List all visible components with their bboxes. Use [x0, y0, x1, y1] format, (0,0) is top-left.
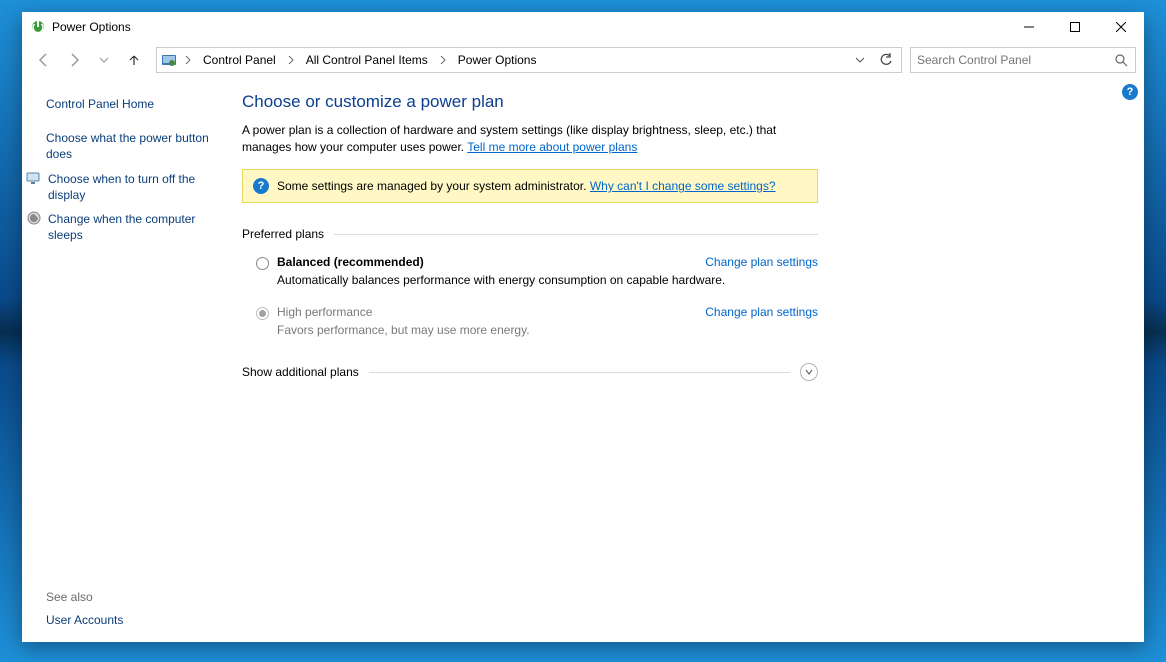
- recent-locations-button[interactable]: [90, 46, 118, 74]
- search-box[interactable]: [910, 47, 1136, 73]
- plan-description: Favors performance, but may use more ene…: [277, 323, 818, 337]
- up-button[interactable]: [120, 46, 148, 74]
- change-plan-settings-link[interactable]: Change plan settings: [705, 305, 818, 319]
- close-button[interactable]: [1098, 12, 1144, 42]
- sidebar-link-display[interactable]: Choose when to turn off the display: [48, 167, 214, 207]
- plan-row: High performance Change plan settings Fa…: [256, 305, 818, 337]
- display-off-icon: [26, 170, 42, 186]
- minimize-button[interactable]: [1006, 12, 1052, 42]
- breadcrumb-item[interactable]: All Control Panel Items: [302, 51, 432, 69]
- plan-radio-balanced[interactable]: [256, 257, 269, 270]
- main-content: Choose or customize a power plan A power…: [222, 78, 1144, 642]
- notice-link[interactable]: Why can't I change some settings?: [590, 179, 776, 193]
- plan-row: Balanced (recommended) Change plan setti…: [256, 255, 818, 287]
- chevron-right-icon[interactable]: [181, 55, 195, 65]
- expand-button[interactable]: [800, 363, 818, 381]
- sleep-icon: [26, 210, 42, 226]
- page-heading: Choose or customize a power plan: [242, 92, 1124, 112]
- back-button[interactable]: [30, 46, 58, 74]
- sidebar-link-user-accounts[interactable]: User Accounts: [46, 608, 214, 632]
- plan-name[interactable]: High performance: [277, 305, 372, 319]
- refresh-button[interactable]: [875, 49, 897, 71]
- window-title: Power Options: [52, 20, 131, 34]
- sidebar-link-sleep[interactable]: Change when the computer sleeps: [48, 207, 214, 247]
- learn-more-link[interactable]: Tell me more about power plans: [467, 140, 637, 154]
- notice-message: Some settings are managed by your system…: [277, 179, 590, 193]
- forward-button[interactable]: [60, 46, 88, 74]
- desktop-background: Power Options: [0, 0, 1166, 662]
- search-icon[interactable]: [1113, 54, 1129, 67]
- preferred-plans-label: Preferred plans: [242, 227, 324, 241]
- plan-description: Automatically balances performance with …: [277, 273, 818, 287]
- change-plan-settings-link[interactable]: Change plan settings: [705, 255, 818, 269]
- plan-name[interactable]: Balanced (recommended): [277, 255, 424, 269]
- divider: [334, 234, 818, 235]
- sidebar-home-link[interactable]: Control Panel Home: [46, 92, 214, 116]
- maximize-button[interactable]: [1052, 12, 1098, 42]
- show-additional-plans-row[interactable]: Show additional plans: [242, 363, 818, 381]
- power-options-app-icon: [30, 19, 46, 35]
- notice-text: Some settings are managed by your system…: [277, 179, 776, 193]
- address-dropdown-button[interactable]: [849, 49, 871, 71]
- admin-notice: ? Some settings are managed by your syst…: [242, 169, 818, 203]
- title-bar: Power Options: [22, 12, 1144, 42]
- sidebar-link-power-button[interactable]: Choose what the power button does: [46, 126, 214, 166]
- window-controls: [1006, 12, 1144, 42]
- chevron-right-icon[interactable]: [436, 55, 450, 65]
- chevron-right-icon[interactable]: [284, 55, 298, 65]
- address-bar[interactable]: Control Panel All Control Panel Items Po…: [156, 47, 902, 73]
- navigation-bar: Control Panel All Control Panel Items Po…: [22, 42, 1144, 78]
- divider: [369, 372, 790, 373]
- show-additional-plans-label: Show additional plans: [242, 365, 359, 379]
- control-panel-icon: [161, 52, 177, 68]
- breadcrumb-item[interactable]: Power Options: [454, 51, 541, 69]
- plan-radio-high-performance[interactable]: [256, 307, 269, 320]
- search-input[interactable]: [917, 53, 1113, 67]
- info-icon: ?: [253, 178, 269, 194]
- breadcrumb-item[interactable]: Control Panel: [199, 51, 280, 69]
- sidebar: Control Panel Home Choose what the power…: [22, 78, 222, 642]
- power-options-window: Power Options: [22, 12, 1144, 642]
- see-also-label: See also: [46, 586, 214, 608]
- preferred-plans-group: Preferred plans Balanced (recommended) C…: [242, 227, 818, 337]
- page-description: A power plan is a collection of hardware…: [242, 122, 802, 155]
